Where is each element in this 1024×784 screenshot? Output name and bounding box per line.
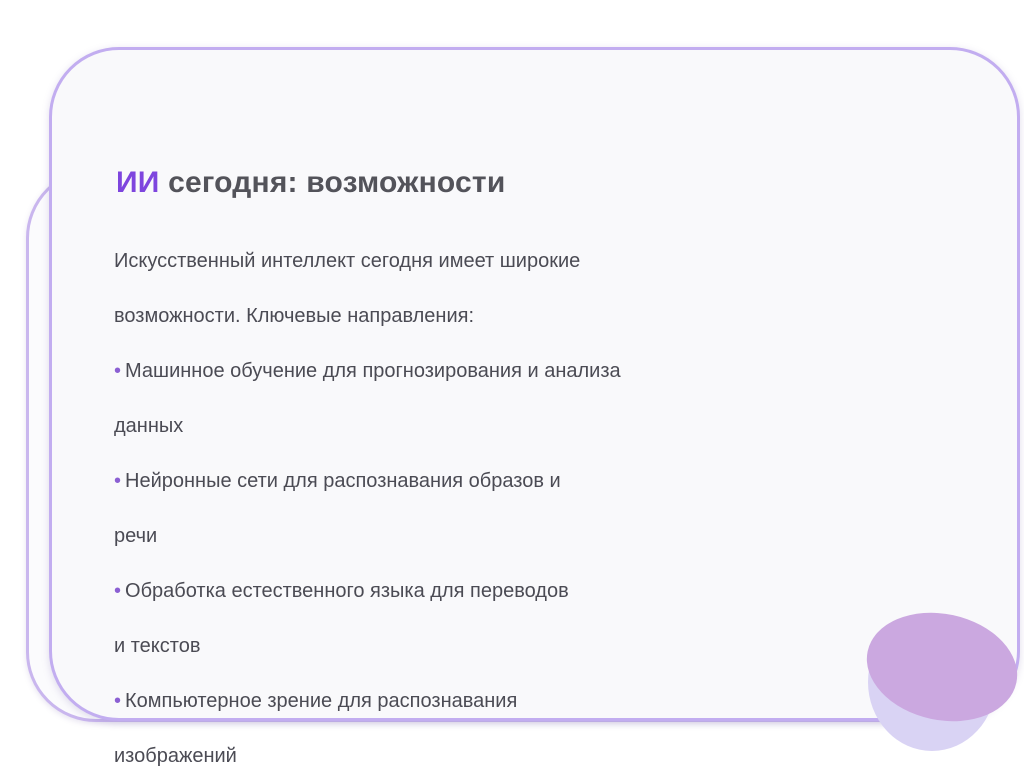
intro-line: возможности. Ключевые направления: <box>114 305 475 327</box>
bullet-text: Машинное обучение для прогнозирования и … <box>125 360 621 382</box>
bullet-text: Компьютерное зрение для распознавания <box>125 690 518 712</box>
bullet-item: • Компьютерное зрение для распознавания <box>114 674 734 729</box>
bullet-continuation: и текстов <box>114 635 201 657</box>
bullet-icon: • <box>114 690 122 712</box>
bullet-text: Нейронные сети для распознавания образов… <box>125 470 561 492</box>
bullet-icon: • <box>114 580 122 602</box>
slide-title: ИИ сегодня: возможности <box>116 166 505 200</box>
bullet-icon: • <box>114 470 122 492</box>
title-rest: сегодня: возможности <box>159 166 506 199</box>
bullet-continuation: данных <box>114 415 184 437</box>
bullet-continuation: изображений <box>114 745 237 767</box>
bullet-continuation: речи <box>114 525 158 547</box>
bullet-text: Обработка естественного языка для перево… <box>125 580 569 602</box>
intro-line: Искусственный интеллект сегодня имеет ши… <box>114 250 581 272</box>
title-accent: ИИ <box>116 166 160 199</box>
bullet-item: • Машинное обучение для прогнозирования и… <box>114 344 734 399</box>
bullet-item: • Обработка естественного языка для перев… <box>114 564 734 619</box>
slide-body: Искусственный интеллект сегодня имеет ши… <box>114 234 734 784</box>
bullet-item: • Нейронные сети для распознавания образо… <box>114 454 734 509</box>
bullet-icon: • <box>114 360 122 382</box>
